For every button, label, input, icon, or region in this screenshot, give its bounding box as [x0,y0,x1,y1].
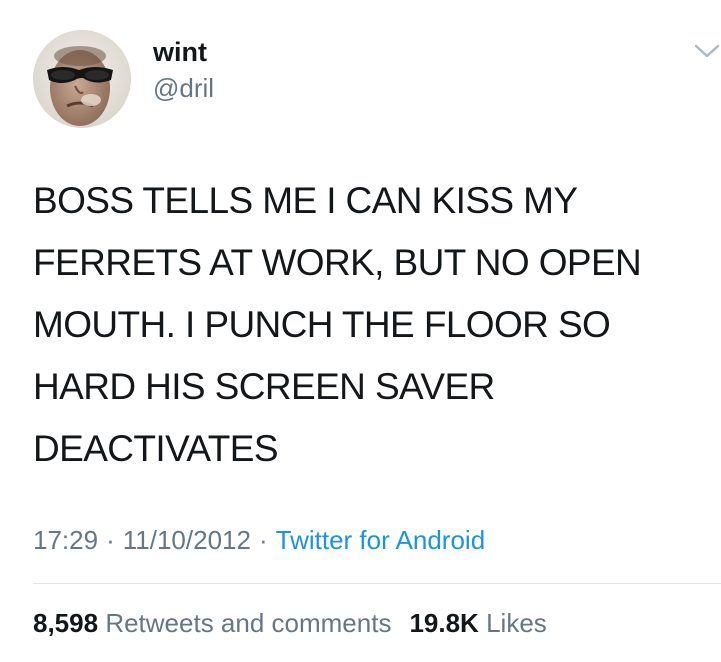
retweets-label: Retweets and comments [105,608,392,638]
likes-stat[interactable]: 19.8K Likes [409,608,546,638]
meta-separator: · [106,525,115,555]
tweet-text: BOSS TELLS ME I CAN KISS MY FERRETS AT W… [33,170,713,480]
tweet-text-line: BOSS TELLS ME I CAN KISS MY [33,180,578,221]
avatar-image [33,30,131,128]
tweet-metadata: 17:29 · 11/10/2012 · Twitter for Android [33,524,485,556]
tweet-text-line: HARD HIS SCREEN SAVER [33,366,495,407]
tweet-time[interactable]: 17:29 [33,525,98,555]
tweet-text-line: DEACTIVATES [33,428,279,469]
tweet-card: wint @dril BOSS TELLS ME I CAN KISS MY F… [0,0,721,662]
tweet-text-line: FERRETS AT WORK, BUT NO OPEN [33,242,642,283]
likes-label: Likes [486,608,547,638]
meta-separator: · [258,525,268,555]
tweet-text-line: MOUTH. I PUNCH THE FLOOR SO [33,304,611,345]
likes-count: 19.8K [409,608,479,638]
divider [33,583,721,584]
retweets-count: 8,598 [33,608,99,638]
display-name[interactable]: wint [153,36,207,68]
retweets-stat[interactable]: 8,598 Retweets and comments [33,608,391,638]
user-handle[interactable]: @dril [153,73,214,103]
tweet-date[interactable]: 11/10/2012 [123,525,251,555]
chevron-down-icon[interactable] [693,40,721,62]
tweet-source-link[interactable]: Twitter for Android [276,525,486,555]
tweet-stats: 8,598 Retweets and comments 19.8K Likes [33,607,547,639]
avatar[interactable] [33,30,131,128]
